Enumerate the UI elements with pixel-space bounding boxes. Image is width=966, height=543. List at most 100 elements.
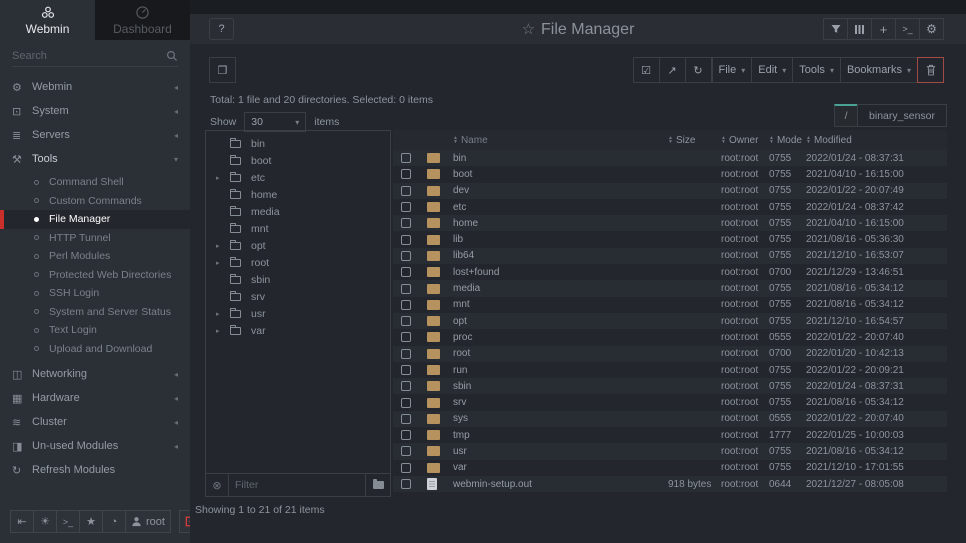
- row-checkbox[interactable]: [401, 349, 411, 359]
- tree-item-sbin[interactable]: sbin: [206, 271, 390, 288]
- sidebar-item-command-shell[interactable]: Command Shell: [0, 173, 190, 192]
- table-row[interactable]: mediaroot:root07552021/08/16 - 05:34:12: [393, 280, 947, 296]
- file-name[interactable]: home: [453, 218, 668, 229]
- sidebar-item-hardware[interactable]: ▦Hardware◂: [0, 386, 190, 410]
- table-row[interactable]: procroot:root05552022/01/22 - 20:07:40: [393, 329, 947, 345]
- circle-x-icon[interactable]: ⊗: [206, 479, 228, 492]
- table-row[interactable]: srvroot:root07552021/08/16 - 05:34:12: [393, 394, 947, 410]
- file-name[interactable]: dev: [453, 185, 668, 196]
- sidebar-item-file-manager[interactable]: File Manager: [0, 210, 190, 229]
- file-name[interactable]: bin: [453, 153, 668, 164]
- file-name[interactable]: media: [453, 283, 668, 294]
- row-checkbox[interactable]: [401, 267, 411, 277]
- file-name[interactable]: lost+found: [453, 267, 668, 278]
- table-row[interactable]: lost+foundroot:root07002021/12/29 - 13:4…: [393, 264, 947, 280]
- table-row[interactable]: rootroot:root07002022/01/20 - 10:42:13: [393, 346, 947, 362]
- tree-item-media[interactable]: media: [206, 203, 390, 220]
- tree-item-etc[interactable]: ▸etc: [206, 169, 390, 186]
- collapse-sidebar-button[interactable]: ⇤: [10, 510, 34, 533]
- add-button[interactable]: +: [871, 18, 896, 40]
- sidebar-item-perl-modules[interactable]: Perl Modules: [0, 247, 190, 266]
- favorite-star-icon[interactable]: ☆: [522, 21, 535, 38]
- row-checkbox[interactable]: [401, 153, 411, 163]
- column-header-mode[interactable]: ▲▼Mode: [769, 135, 806, 146]
- row-checkbox[interactable]: [401, 186, 411, 196]
- row-checkbox[interactable]: [401, 414, 411, 424]
- row-checkbox[interactable]: [401, 365, 411, 375]
- breadcrumb-root[interactable]: /: [834, 104, 858, 127]
- refresh-button[interactable]: ↻: [685, 57, 712, 83]
- menu-tools-button[interactable]: Tools▾: [792, 57, 841, 83]
- row-checkbox[interactable]: [401, 316, 411, 326]
- tree-item-root[interactable]: ▸root: [206, 254, 390, 271]
- trash-button[interactable]: [917, 57, 944, 83]
- tree-item-opt[interactable]: ▸opt: [206, 237, 390, 254]
- table-row[interactable]: lib64root:root07552021/12/10 - 16:53:07: [393, 248, 947, 264]
- sidebar-item-system-and-server-status[interactable]: System and Server Status: [0, 303, 190, 322]
- search-input[interactable]: [12, 50, 166, 62]
- sidebar-item-un-used-modules[interactable]: ◨Un-used Modules◂: [0, 434, 190, 458]
- table-row[interactable]: tmproot:root17772022/01/25 - 10:00:03: [393, 427, 947, 443]
- tree-item-mnt[interactable]: mnt: [206, 220, 390, 237]
- row-checkbox[interactable]: [401, 218, 411, 228]
- table-row[interactable]: homeroot:root07552021/04/10 - 16:15:00: [393, 215, 947, 231]
- file-name[interactable]: tmp: [453, 430, 668, 441]
- sidebar-item-upload-and-download[interactable]: Upload and Download: [0, 340, 190, 359]
- sidebar-item-servers[interactable]: ≣Servers◂: [0, 123, 190, 147]
- row-checkbox[interactable]: [401, 284, 411, 294]
- tree-item-boot[interactable]: boot: [206, 152, 390, 169]
- file-name[interactable]: etc: [453, 202, 668, 213]
- row-checkbox[interactable]: [401, 398, 411, 408]
- select-all-button[interactable]: ☑: [633, 57, 660, 83]
- table-row[interactable]: varroot:root07552021/12/10 - 17:01:55: [393, 460, 947, 476]
- table-row[interactable]: libroot:root07552021/08/16 - 05:36:30: [393, 231, 947, 247]
- table-row[interactable]: runroot:root07552022/01/22 - 20:09:21: [393, 362, 947, 378]
- file-name[interactable]: boot: [453, 169, 668, 180]
- sidebar-item-cluster[interactable]: ≋Cluster◂: [0, 410, 190, 434]
- tree-item-home[interactable]: home: [206, 186, 390, 203]
- row-checkbox[interactable]: [401, 202, 411, 212]
- table-row[interactable]: webmin-setup.out918 bytesroot:root064420…: [393, 476, 947, 492]
- file-name[interactable]: root: [453, 348, 668, 359]
- sidebar-item-refresh-modules[interactable]: ↻Refresh Modules: [0, 458, 190, 482]
- tree-item-usr[interactable]: ▸usr: [206, 305, 390, 322]
- filter-button[interactable]: [823, 18, 848, 40]
- paste-button[interactable]: ❐: [209, 57, 236, 83]
- row-checkbox[interactable]: [401, 430, 411, 440]
- row-checkbox[interactable]: [401, 332, 411, 342]
- row-checkbox[interactable]: [401, 169, 411, 179]
- sidebar-item-http-tunnel[interactable]: HTTP Tunnel: [0, 229, 190, 248]
- table-row[interactable]: bootroot:root07552021/04/10 - 16:15:00: [393, 166, 947, 182]
- sidebar-item-custom-commands[interactable]: Custom Commands: [0, 192, 190, 211]
- column-header-modified[interactable]: ▲▼Modified: [806, 135, 947, 146]
- file-name[interactable]: sys: [453, 413, 668, 424]
- tab-dashboard[interactable]: Dashboard: [95, 0, 190, 40]
- sidebar-item-system[interactable]: ⊡System◂: [0, 99, 190, 123]
- row-checkbox[interactable]: [401, 479, 411, 489]
- file-name[interactable]: sbin: [453, 381, 668, 392]
- settings-button[interactable]: ⚙: [919, 18, 944, 40]
- tree-item-srv[interactable]: srv: [206, 288, 390, 305]
- file-name[interactable]: usr: [453, 446, 668, 457]
- tree-folder-button[interactable]: [365, 474, 390, 496]
- row-checkbox[interactable]: [401, 463, 411, 473]
- file-name[interactable]: proc: [453, 332, 668, 343]
- user-button[interactable]: root: [125, 510, 171, 533]
- row-checkbox[interactable]: [401, 235, 411, 245]
- terminal-button[interactable]: >_: [56, 510, 80, 533]
- table-row[interactable]: usrroot:root07552021/08/16 - 05:34:12: [393, 443, 947, 459]
- file-name[interactable]: lib: [453, 234, 668, 245]
- menu-bookmarks-button[interactable]: Bookmarks▾: [840, 57, 918, 83]
- table-row[interactable]: etcroot:root07552022/01/24 - 08:37:42: [393, 199, 947, 215]
- table-row[interactable]: mntroot:root07552021/08/16 - 05:34:12: [393, 297, 947, 313]
- column-header-owner[interactable]: ▲▼Owner: [721, 135, 769, 146]
- tab-webmin[interactable]: Webmin: [0, 0, 95, 40]
- tree-item-bin[interactable]: bin: [206, 135, 390, 152]
- table-row[interactable]: optroot:root07552021/12/10 - 16:54:57: [393, 313, 947, 329]
- column-header-name[interactable]: ▲▼Name: [453, 135, 668, 146]
- favorites-button[interactable]: ★: [79, 510, 103, 533]
- sidebar-item-webmin[interactable]: ⚙Webmin◂: [0, 75, 190, 99]
- column-header-size[interactable]: ▲▼Size: [668, 135, 721, 146]
- row-checkbox[interactable]: [401, 381, 411, 391]
- table-row[interactable]: sbinroot:root07552022/01/24 - 08:37:31: [393, 378, 947, 394]
